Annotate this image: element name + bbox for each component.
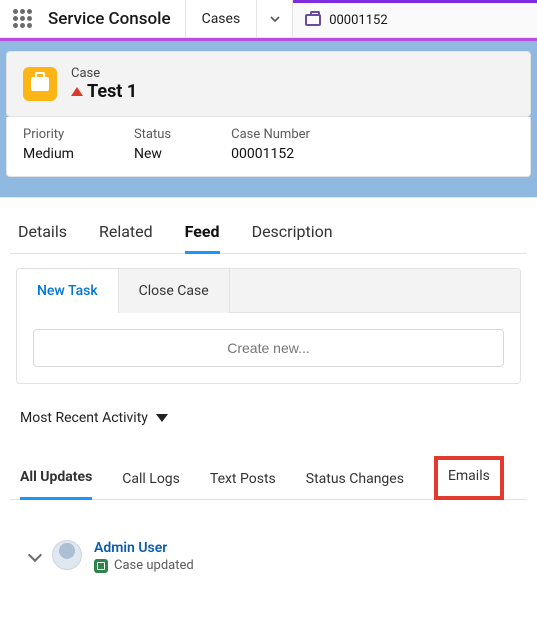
case-number-label: Case Number [231,127,310,142]
feed-user-link[interactable]: Admin User [94,540,194,556]
case-object-icon [23,67,57,101]
workspace-tab[interactable]: 00001152 [293,0,537,37]
chevron-down-icon [269,13,281,25]
expand-feed-item[interactable] [28,548,42,562]
filter-emails[interactable]: Emails [448,468,490,486]
subtab-close-case[interactable]: Close Case [119,269,230,313]
case-icon [305,14,321,26]
tab-related[interactable]: Related [99,216,153,253]
app-title: Service Console [44,0,186,37]
filter-all-updates[interactable]: All Updates [20,469,92,500]
highlights-panel: Priority Medium Status New Case Number 0… [6,117,531,177]
nav-object-dropdown[interactable] [257,0,293,37]
status-label: Status [134,127,171,142]
nav-object-cases[interactable]: Cases [186,0,258,37]
case-number-value: 00001152 [231,146,310,162]
record-tabs: Details Related Feed Description [10,212,527,254]
priority-value: Medium [23,146,74,162]
priority-high-icon [71,87,83,96]
feed-filter-tabs: All Updates Call Logs Text Posts Status … [10,426,527,500]
filter-text-posts[interactable]: Text Posts [210,471,276,499]
app-launcher-icon[interactable] [0,9,44,28]
caret-down-icon [156,414,168,422]
subtab-filler [230,269,520,313]
record-header: Case Test 1 [6,51,531,117]
annotation-highlight: Emails [434,456,504,500]
workspace-tab-label: 00001152 [329,13,387,28]
feed-sort-label: Most Recent Activity [20,410,148,426]
priority-label: Priority [23,127,74,142]
avatar[interactable] [52,540,82,570]
subtab-new-task[interactable]: New Task [17,269,119,313]
tab-feed[interactable]: Feed [185,216,220,254]
create-new-input[interactable] [33,329,504,367]
feed-item: Admin User Case updated [10,500,527,573]
tab-details[interactable]: Details [18,216,67,253]
status-value: New [134,146,171,162]
feed-sort[interactable]: Most Recent Activity [10,384,527,426]
record-title: Test 1 [87,81,137,102]
object-label: Case [71,66,137,81]
filter-call-logs[interactable]: Call Logs [122,471,180,499]
record-change-icon [94,559,108,573]
filter-status-changes[interactable]: Status Changes [306,471,404,499]
tab-description[interactable]: Description [252,216,333,253]
feed-subtitle: Case updated [114,558,194,573]
